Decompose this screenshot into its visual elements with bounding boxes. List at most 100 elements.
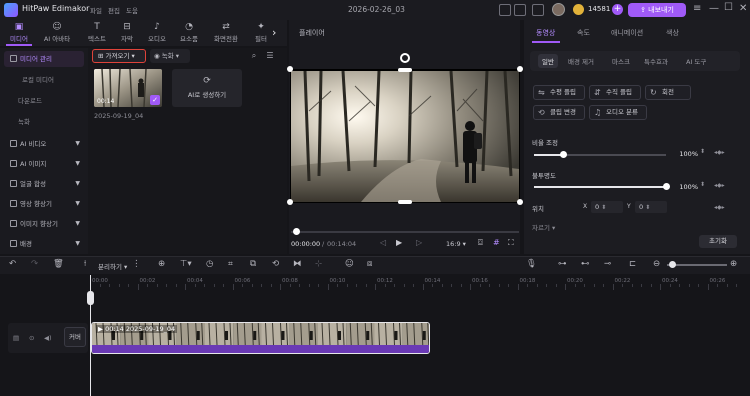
cover-button[interactable]: 커버 bbox=[64, 327, 86, 347]
sidebar-item-video-enhancer[interactable]: 영상 향상기 ▼ bbox=[4, 196, 84, 212]
video-preview[interactable] bbox=[291, 71, 519, 202]
zoom-slider[interactable] bbox=[667, 264, 727, 266]
flip-vertical-button[interactable]: ⇵ 수직 플립 bbox=[589, 85, 641, 100]
tab-media[interactable]: ▣ 미디어 bbox=[4, 22, 34, 43]
sidebar-item-image-enhancer[interactable]: 이미지 향상기 ▼ bbox=[4, 216, 84, 232]
export-button[interactable]: ⇪ 내보내기 bbox=[628, 3, 686, 17]
resize-handle-br[interactable] bbox=[517, 199, 523, 205]
sidebar-item-media-manage[interactable]: 미디어 관리 bbox=[4, 51, 84, 67]
player-progress-knob[interactable] bbox=[293, 228, 300, 235]
freeze-icon[interactable]: ⧉ bbox=[250, 259, 256, 269]
flip-horizontal-button[interactable]: ⇋ 수평 플립 bbox=[533, 85, 585, 100]
sidebar-item-background[interactable]: 배경 ▼ bbox=[4, 236, 84, 252]
snap-icon[interactable]: ⊸ bbox=[604, 259, 611, 269]
key-icon[interactable] bbox=[532, 4, 544, 16]
mute-icon[interactable]: ◀) bbox=[44, 334, 52, 342]
replace-icon[interactable]: ⧈ bbox=[367, 259, 372, 269]
keyframe-icon[interactable]: ◂◆▸ bbox=[714, 204, 725, 211]
stepper-icon[interactable]: ⬍ bbox=[700, 148, 705, 155]
sidebar-item-ai-video[interactable]: AI 비디오 ▼ bbox=[4, 136, 84, 152]
scale-value[interactable]: 100% bbox=[668, 148, 698, 160]
grid-icon[interactable]: # bbox=[493, 238, 500, 247]
add-credits-icon[interactable]: + bbox=[612, 4, 623, 15]
stepper-icon[interactable]: ⬍ bbox=[601, 204, 606, 211]
scale-slider-knob[interactable] bbox=[560, 151, 567, 158]
sidebar-item-ai-image[interactable]: AI 이미지 ▼ bbox=[4, 156, 84, 172]
tab-video[interactable]: 동영상 bbox=[536, 28, 555, 38]
fullscreen-icon[interactable]: ⛶ bbox=[508, 238, 514, 248]
resize-handle-top[interactable] bbox=[398, 68, 412, 72]
sidebar-item-recording[interactable]: 녹화 bbox=[4, 114, 84, 130]
undo-icon[interactable]: ↶ bbox=[9, 259, 16, 269]
change-clip-button[interactable]: ⟲ 클립 변경 bbox=[533, 105, 585, 120]
mirror-icon[interactable]: ⧓ bbox=[293, 259, 302, 269]
resize-handle-tr[interactable] bbox=[517, 66, 523, 72]
opacity-value[interactable]: 100% bbox=[668, 181, 698, 193]
sidebar-item-local-media[interactable]: 로컬 미디어 bbox=[4, 72, 84, 88]
link-icon[interactable]: ⊶ bbox=[558, 259, 567, 269]
tab-text[interactable]: T 텍스트 bbox=[82, 22, 112, 43]
import-button[interactable]: ⊞ 가져오기 ▾ bbox=[92, 49, 146, 63]
reverse-icon[interactable]: ⟲ bbox=[272, 259, 279, 269]
check-icon[interactable]: ✓ bbox=[150, 95, 160, 105]
keyframe-icon[interactable]: ◂◆▸ bbox=[714, 182, 725, 189]
rotate-handle[interactable] bbox=[400, 53, 410, 63]
play-icon[interactable]: ▶ bbox=[396, 238, 402, 247]
position-y-input[interactable]: 0 ⬍ bbox=[635, 201, 667, 213]
position-x-input[interactable]: 0 ⬍ bbox=[591, 201, 623, 213]
split-icon[interactable]: ⟊ bbox=[84, 259, 86, 269]
menu-icon[interactable]: ≡ bbox=[693, 3, 701, 14]
text-tool-icon[interactable]: ⊤▾ bbox=[180, 259, 192, 269]
rotate-button[interactable]: ↻ 회전 bbox=[645, 85, 691, 100]
next-frame-icon[interactable]: ▷ bbox=[416, 238, 422, 247]
crop-frame-icon[interactable]: ⌗ bbox=[228, 259, 233, 269]
tab-transition[interactable]: ⇄ 화면전환 bbox=[208, 22, 244, 43]
stepper-icon[interactable]: ⬍ bbox=[700, 181, 705, 188]
snapshot-icon[interactable]: ⌼ bbox=[478, 238, 483, 248]
zoom-slider-knob[interactable] bbox=[669, 261, 676, 268]
zoom-out-icon[interactable]: ⊖ bbox=[653, 259, 660, 269]
position-icon[interactable]: ⊹ bbox=[315, 259, 322, 269]
message-icon[interactable] bbox=[514, 4, 526, 16]
tab-sticker[interactable]: ◔ 요소품 bbox=[174, 22, 204, 43]
menu-help[interactable]: 도움 bbox=[126, 5, 138, 15]
speed-icon[interactable]: ◷ bbox=[206, 259, 213, 269]
sort-icon[interactable]: ☰ bbox=[264, 50, 276, 62]
tab-animation[interactable]: 애니메이션 bbox=[611, 28, 643, 38]
resize-handle-tl[interactable] bbox=[287, 66, 293, 72]
close-icon[interactable]: ✕ bbox=[739, 3, 747, 14]
stepper-icon[interactable]: ⬍ bbox=[645, 204, 650, 211]
subtab-mask[interactable]: 마스크 bbox=[612, 56, 630, 66]
tab-audio[interactable]: ♪ 오디오 bbox=[142, 22, 172, 43]
aspect-ratio-select[interactable]: 16:9 ▾ bbox=[446, 240, 466, 248]
zoom-in-icon[interactable]: ⊕ bbox=[730, 259, 737, 269]
magnet-icon[interactable]: ⊏ bbox=[629, 259, 636, 269]
ai-generate-button[interactable]: ⟳ AI로 생성하기 bbox=[172, 69, 242, 107]
player-progress-bar[interactable] bbox=[291, 231, 519, 233]
prev-frame-icon[interactable]: ◁ bbox=[380, 238, 386, 247]
tab-subtitle[interactable]: ⊟ 자막 bbox=[112, 22, 142, 43]
avatar[interactable] bbox=[552, 3, 565, 16]
playhead-handle[interactable] bbox=[87, 291, 94, 305]
search-icon[interactable]: ⌕ bbox=[248, 50, 260, 62]
tab-color[interactable]: 색상 bbox=[666, 28, 679, 38]
subtab-remove-bg[interactable]: 배경 제거 bbox=[568, 56, 594, 66]
tab-ai-avatar[interactable]: ☺ AI 아바타 bbox=[42, 22, 72, 43]
face-icon[interactable]: ☺ bbox=[345, 259, 354, 269]
maximize-icon[interactable]: ☐ bbox=[724, 2, 733, 13]
track-settings-icon[interactable]: ▤ bbox=[13, 334, 19, 342]
lock-icon[interactable]: ⊙ bbox=[29, 334, 34, 342]
crop-icon[interactable]: ⊕ bbox=[158, 259, 165, 269]
monitor-icon[interactable] bbox=[499, 4, 511, 16]
unlink-icon[interactable]: ⊷ bbox=[581, 259, 590, 269]
microphone-icon[interactable]: 🎙 bbox=[526, 259, 537, 269]
keyframe-prev-icon[interactable]: ◂◆▸ bbox=[714, 149, 725, 156]
sidebar-item-face-swap[interactable]: 얼굴 합성 ▼ bbox=[4, 176, 84, 192]
scroll-right-icon[interactable]: › bbox=[272, 26, 276, 39]
subtab-effects[interactable]: 특수효과 bbox=[644, 56, 668, 66]
audio-separate-button[interactable]: ♫ 오디오 분류 bbox=[589, 105, 647, 120]
redo-icon[interactable]: ↷ bbox=[31, 259, 38, 269]
record-button[interactable]: ◉ 녹화 ▾ bbox=[150, 49, 190, 63]
delete-icon[interactable]: 🗑 bbox=[53, 259, 64, 269]
minimize-icon[interactable]: — bbox=[709, 3, 719, 14]
